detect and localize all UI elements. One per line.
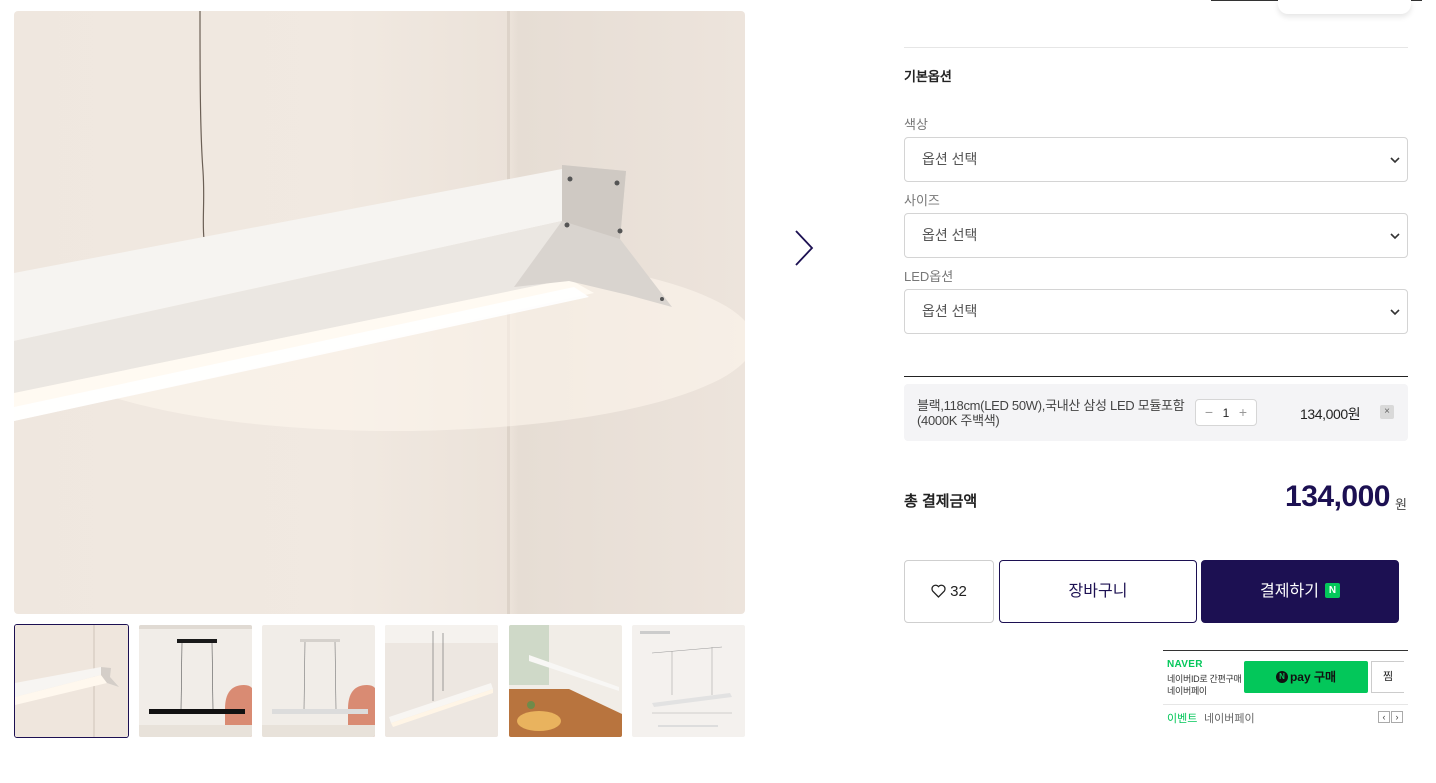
heart-icon — [931, 584, 946, 598]
selected-option-name: 블랙,118cm(LED 50W),국내산 삼성 LED 모듈포함(4000K … — [917, 398, 1185, 428]
color-option-value: 옵션 선택 — [922, 151, 978, 167]
color-option-select[interactable]: 옵션 선택 — [904, 137, 1408, 182]
checkout-label: 결제하기 — [1260, 583, 1319, 600]
gallery-next-button[interactable] — [788, 228, 820, 268]
thumbnail-6[interactable] — [631, 624, 746, 738]
options-section-title: 기본옵션 — [904, 69, 952, 84]
naverpay-event-label[interactable]: 이벤트 — [1167, 710, 1197, 726]
thumbnail-3[interactable] — [261, 624, 376, 738]
remove-option-button[interactable]: × — [1380, 405, 1394, 419]
add-to-cart-button[interactable]: 장바구니 — [999, 560, 1197, 623]
led-option-label: LED옵션 — [904, 269, 954, 284]
thumbnail-1[interactable] — [14, 624, 129, 738]
size-option-select[interactable]: 옵션 선택 — [904, 213, 1408, 258]
naverpay-event-next-button[interactable]: › — [1391, 711, 1403, 723]
naver-n-icon: N — [1324, 582, 1340, 598]
quantity-increase-button[interactable]: + — [1236, 404, 1250, 420]
total-amount: 134,000 — [1285, 480, 1390, 513]
led-option-value: 옵션 선택 — [922, 303, 978, 319]
naverpay-wish-button[interactable]: 찜 — [1371, 661, 1404, 693]
product-main-image — [14, 11, 745, 614]
checkout-button[interactable]: 결제하기 N — [1201, 560, 1399, 623]
total-label: 총 결제금액 — [904, 493, 978, 510]
chevron-down-icon — [1390, 233, 1400, 240]
selected-items-divider — [904, 376, 1408, 377]
chevron-down-icon — [1390, 157, 1400, 164]
naverpay-n-icon: N — [1275, 670, 1288, 683]
naverpay-rule — [1163, 650, 1408, 651]
quantity-stepper[interactable]: − 1 + — [1195, 399, 1257, 426]
total-unit: 원 — [1395, 497, 1407, 512]
chevron-right-icon — [795, 230, 814, 266]
naverpay-event-divider — [1163, 704, 1408, 705]
led-option-select[interactable]: 옵션 선택 — [904, 289, 1408, 334]
naverpay-buy-label: pay 구매 — [1289, 670, 1337, 684]
divider — [904, 47, 1408, 48]
thumbnail-strip — [14, 624, 745, 738]
floating-card — [1278, 0, 1411, 14]
thumbnail-4[interactable] — [384, 624, 499, 738]
thumbnail-5[interactable] — [508, 624, 623, 738]
naverpay-desc-2: 네이버페이 — [1167, 686, 1207, 696]
naverpay-event-prev-button[interactable]: ‹ — [1378, 711, 1390, 723]
naverpay-buy-button[interactable]: Npay 구매 — [1244, 661, 1368, 693]
thumbnail-2[interactable] — [138, 624, 253, 738]
selected-option-row: 블랙,118cm(LED 50W),국내산 삼성 LED 모듈포함(4000K … — [904, 384, 1408, 441]
pendant-light-illustration — [14, 11, 745, 614]
color-option-label: 색상 — [904, 117, 928, 132]
naverpay-event-name[interactable]: 네이버페이 — [1204, 710, 1255, 726]
like-button[interactable]: 32 — [904, 560, 994, 623]
like-count: 32 — [950, 583, 967, 600]
size-option-value: 옵션 선택 — [922, 227, 978, 243]
naver-logo: NAVER — [1167, 659, 1203, 670]
size-option-label: 사이즈 — [904, 193, 940, 208]
chevron-down-icon — [1390, 309, 1400, 316]
selected-option-price: 134,000원 — [1300, 406, 1361, 422]
